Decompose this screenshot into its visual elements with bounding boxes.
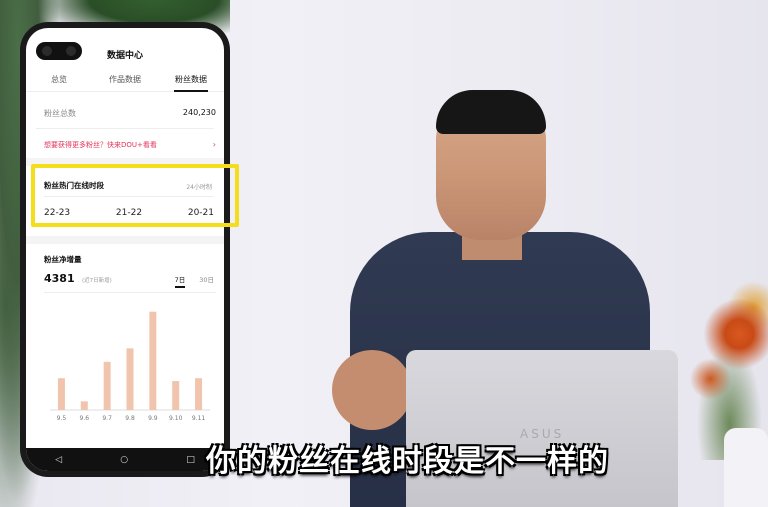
chart-tick-label: 9.6 — [80, 415, 90, 422]
divider — [44, 292, 216, 293]
chart-bar — [195, 378, 203, 410]
chart-tick-label: 9.11 — [192, 415, 206, 422]
home-icon[interactable]: ○ — [120, 455, 128, 465]
tab-works-data[interactable]: 作品数据 — [92, 70, 158, 91]
phone-screen: 数据中心 总览 作品数据 粉丝数据 粉丝总数 240,230 想要获得更多粉丝？… — [26, 28, 224, 471]
video-subtitle: 你的粉丝在线时段是不一样的 — [206, 444, 609, 479]
chart-tick-label: 9.9 — [148, 415, 158, 422]
tab-bar: 总览 作品数据 粉丝数据 — [26, 70, 224, 92]
chart-bar — [103, 361, 111, 410]
nav-bar: ◁ ○ □ — [26, 448, 224, 471]
range-tabs: 7日 30日 — [174, 274, 214, 288]
promo-text: 想要获得更多粉丝？快来DOU+看看 — [44, 141, 157, 149]
phone: 数据中心 总览 作品数据 粉丝数据 粉丝总数 240,230 想要获得更多粉丝？… — [20, 22, 230, 477]
tab-fans-data[interactable]: 粉丝数据 — [158, 70, 224, 92]
chart-bar — [57, 378, 65, 410]
chart-bar — [80, 401, 88, 410]
chevron-right-icon: › — [212, 140, 216, 149]
promo-link[interactable]: 想要获得更多粉丝？快来DOU+看看 › — [44, 140, 216, 150]
net-growth-chart: 9.5 9.6 9.7 9.8 9.9 9.10 9.11 — [50, 311, 210, 422]
chart-bar — [149, 311, 157, 410]
highlight-box — [31, 164, 239, 227]
net-growth-note: (近7日新增) — [82, 278, 112, 284]
vase — [724, 428, 768, 507]
chart-bar — [172, 381, 180, 410]
fans-total-value: 240,230 — [182, 108, 216, 117]
section-gap — [26, 236, 224, 244]
fans-total-row: 粉丝总数 240,230 — [44, 108, 216, 119]
range-tab-30d[interactable]: 30日 — [199, 274, 214, 288]
fans-total-label: 粉丝总数 — [44, 109, 76, 118]
tab-overview[interactable]: 总览 — [26, 70, 92, 91]
chart-tick-label: 9.7 — [102, 415, 112, 422]
chart-tick-label: 9.8 — [125, 415, 135, 422]
recents-icon[interactable]: □ — [186, 455, 195, 465]
presenter-hair — [436, 90, 546, 134]
page-title: 数据中心 — [106, 51, 143, 61]
net-growth-title: 粉丝净增量 — [44, 255, 82, 264]
presenter-hand — [332, 350, 412, 430]
chart-tick-label: 9.10 — [169, 415, 183, 422]
net-growth-value: 4381 — [44, 272, 75, 285]
divider — [36, 128, 214, 129]
range-tab-7d[interactable]: 7日 — [174, 274, 186, 288]
chart-tick-label: 9.5 — [57, 415, 67, 422]
back-icon[interactable]: ◁ — [55, 455, 62, 465]
chart-bar — [126, 348, 134, 410]
